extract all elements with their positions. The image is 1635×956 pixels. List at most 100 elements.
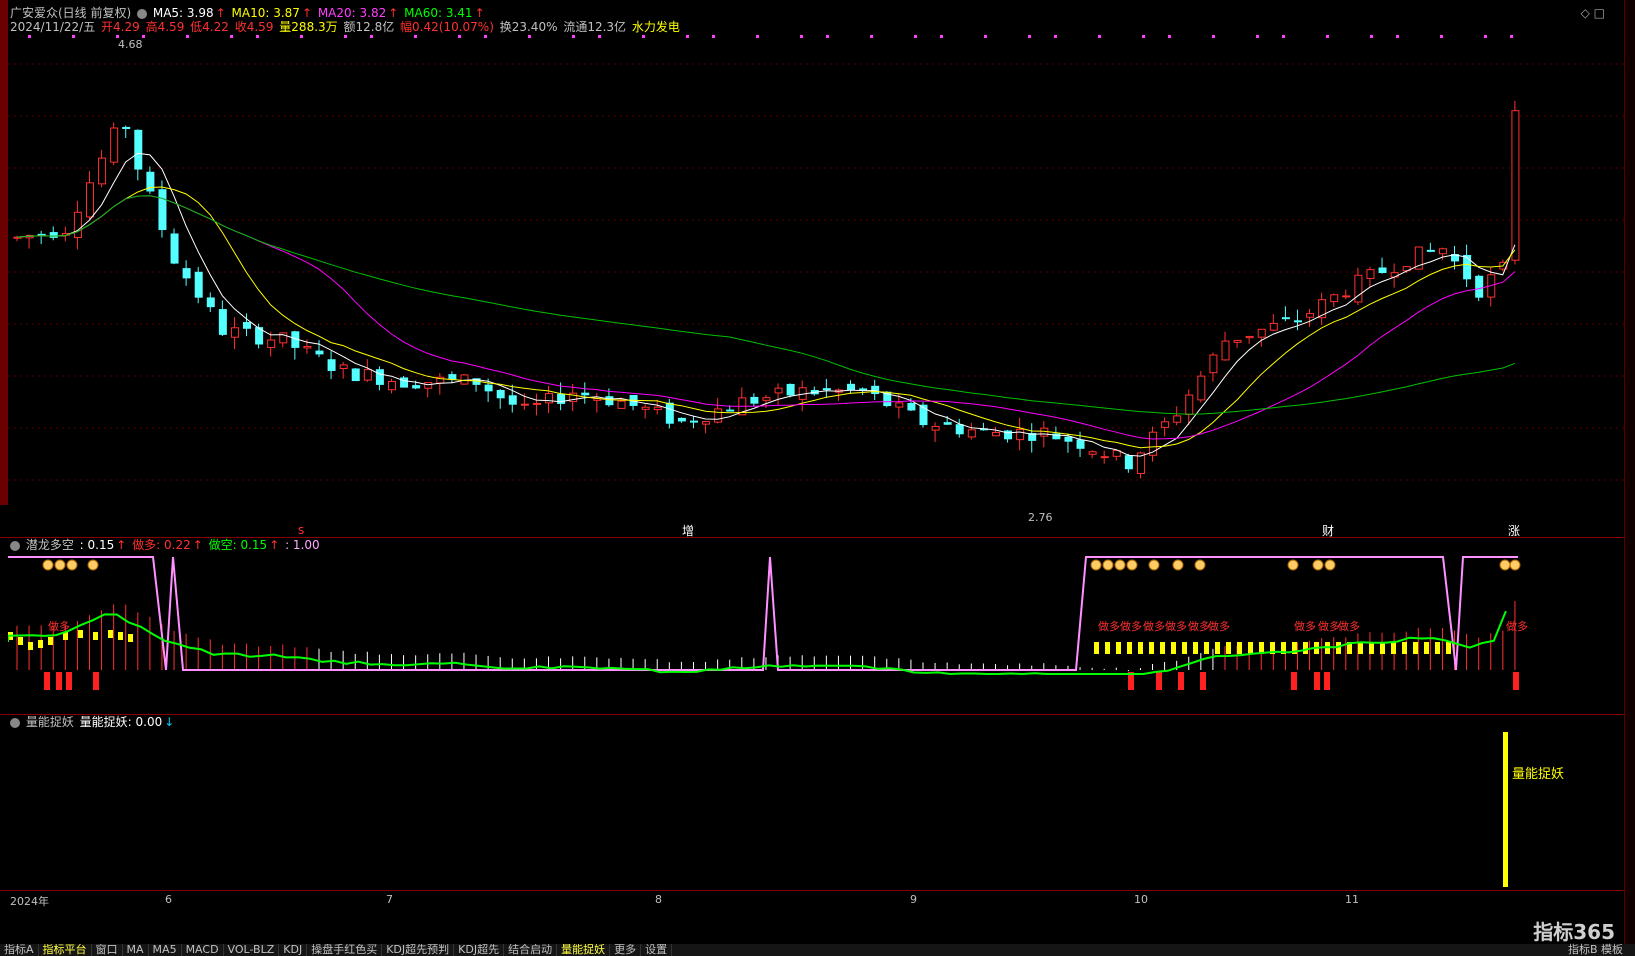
ma5-up-arrow-icon: ↑ — [215, 6, 226, 20]
date-label: 2024/11/22/五 — [10, 20, 96, 34]
p2-signal-bar — [48, 637, 53, 645]
panel3-indicator-chart[interactable] — [8, 730, 1625, 890]
tab-macd[interactable]: MACD — [182, 944, 224, 956]
candle-body — [448, 374, 457, 380]
candle-body — [1475, 275, 1484, 298]
xaxis-label-nov: 11 — [1345, 893, 1359, 906]
right-scroll-bar[interactable] — [1624, 0, 1635, 956]
p2-red-block — [56, 672, 62, 690]
coin-icon — [1499, 559, 1511, 571]
candle-body — [194, 271, 203, 298]
p2-signal-bar — [1402, 642, 1407, 654]
settings-toggle-icon[interactable] — [137, 8, 148, 19]
signal-dot — [800, 35, 803, 38]
p2-signal-bar — [18, 637, 23, 645]
candle-body — [460, 374, 469, 385]
panel3-toggle-icon[interactable] — [10, 717, 20, 728]
signal-dot — [826, 35, 829, 38]
signal-dot — [756, 35, 759, 38]
candle-body — [967, 429, 976, 438]
tab-zhibiao-a[interactable]: 指标A — [0, 944, 39, 956]
tab-kdj-chaoxian[interactable]: KDJ超先 — [454, 944, 505, 956]
signal-dot — [572, 35, 575, 38]
p2-zuoduo-label: 做多 — [48, 619, 70, 633]
candle-body — [1197, 375, 1206, 401]
candle-body — [1233, 339, 1242, 343]
tab-ma[interactable]: MA — [123, 944, 149, 956]
left-side-bar — [0, 0, 8, 505]
tab-zhibiao-pingtai[interactable]: 指标平台 — [39, 944, 92, 956]
price-high-label: 4.68 — [118, 38, 143, 51]
collapse-icon[interactable]: ◇ □ — [1581, 6, 1605, 20]
ma5-line — [16, 152, 1516, 457]
tab-ma5[interactable]: MA5 — [149, 944, 182, 956]
tab-chuangkou[interactable]: 窗口 — [92, 944, 123, 956]
candle-body — [677, 417, 686, 422]
tab-gengduo[interactable]: 更多 — [610, 944, 642, 956]
indicator-tab-bar: 指标A 指标平台 窗口 MA MA5 MACD VOL-BLZ KDJ 操盘手红色买 KDJ超先预… — [0, 944, 1635, 956]
candle-body — [206, 297, 215, 308]
coin-icon — [1114, 559, 1126, 571]
panel2-toggle-icon[interactable] — [10, 540, 20, 551]
candle-body — [1064, 436, 1073, 442]
signal-dot — [458, 35, 461, 38]
ma10-up-arrow-icon: ↑ — [301, 6, 312, 20]
panel2-indicator-chart[interactable]: 做多 做多 做多 做多 做多 做多做多 做多 做多做多 做多 — [8, 552, 1625, 714]
p2-signal-bar — [1237, 642, 1242, 654]
tab-shezhi[interactable]: 设置 — [641, 944, 673, 956]
panel2-value: : 0.15 — [79, 538, 115, 552]
candlestick-chart[interactable] — [8, 34, 1625, 539]
candle-body — [1161, 421, 1170, 428]
p2-signal-bar — [1193, 642, 1198, 654]
ma60-label: MA60: 3.41 — [404, 6, 473, 20]
panel3-header: 量能捉妖 量能捉妖: 0.00 ↓ — [10, 715, 176, 729]
xaxis-label-year: 2024年 — [10, 895, 49, 908]
p2-red-block — [1314, 672, 1320, 690]
candle-body — [714, 408, 723, 423]
tab-kdj-chaoxian-yupan[interactable]: KDJ超先预判 — [382, 944, 455, 956]
panel2-title[interactable]: 潜龙多空 — [26, 538, 74, 552]
concept-label[interactable]: 水力发电 — [632, 20, 680, 34]
tab-vol-blz[interactable]: VOL-BLZ — [224, 944, 280, 956]
change-label: 幅0.42(10.07%) — [400, 20, 494, 34]
panel3-title[interactable]: 量能捉妖 — [26, 715, 74, 729]
p2-signal-bar — [1303, 642, 1308, 654]
candle-body — [943, 422, 952, 425]
event-label-s[interactable]: s — [298, 523, 304, 537]
p2-signal-bar — [38, 640, 43, 648]
tab-liangneng-zhuoyao[interactable]: 量能捉妖 — [557, 944, 611, 956]
ma5-label: MA5: 3.98 — [152, 6, 214, 20]
xaxis-label-jun: 6 — [165, 893, 172, 906]
panel-separator-2 — [0, 714, 1625, 715]
xaxis-label-oct: 10 — [1134, 893, 1148, 906]
p2-signal-bar — [1182, 642, 1187, 654]
stock-title[interactable]: 广安爱众(日线 前复权) — [10, 6, 131, 20]
close-label: 收4.59 — [234, 20, 274, 34]
float-label: 流通12.3亿 — [563, 20, 627, 34]
high-label: 高4.59 — [145, 20, 185, 34]
candle-body — [991, 431, 1000, 437]
tab-kdj[interactable]: KDJ — [279, 944, 308, 956]
signal-dot — [1168, 35, 1171, 38]
panel2-kong-label: 做空: 0.15 — [208, 538, 268, 552]
candle-body — [1438, 248, 1447, 255]
candle-body — [122, 126, 131, 130]
candle-body — [1306, 313, 1315, 318]
p2-signal-bar — [1413, 642, 1418, 654]
tab-caopanshou[interactable]: 操盘手红色买 — [307, 944, 383, 956]
panel2-arrow-icon: ↑ — [116, 538, 127, 552]
candle-body — [182, 268, 191, 279]
open-label: 开4.29 — [101, 20, 140, 34]
p2-red-block — [44, 672, 50, 690]
p2-zuoduo-label: 做多 — [1318, 619, 1340, 633]
tab-jiehe-qidong[interactable]: 结合启动 — [504, 944, 558, 956]
candle-body — [1378, 267, 1387, 274]
candle-body — [339, 364, 348, 370]
ma10-line — [16, 186, 1516, 449]
candle-body — [110, 127, 119, 163]
p2-zuoduo-label: 做多 — [1208, 619, 1230, 633]
p2-signal-bar — [1435, 642, 1440, 654]
candle-body — [931, 426, 940, 431]
panel-separator-3 — [0, 890, 1625, 891]
p2-zuoduo-label: 做多 — [1143, 619, 1165, 633]
